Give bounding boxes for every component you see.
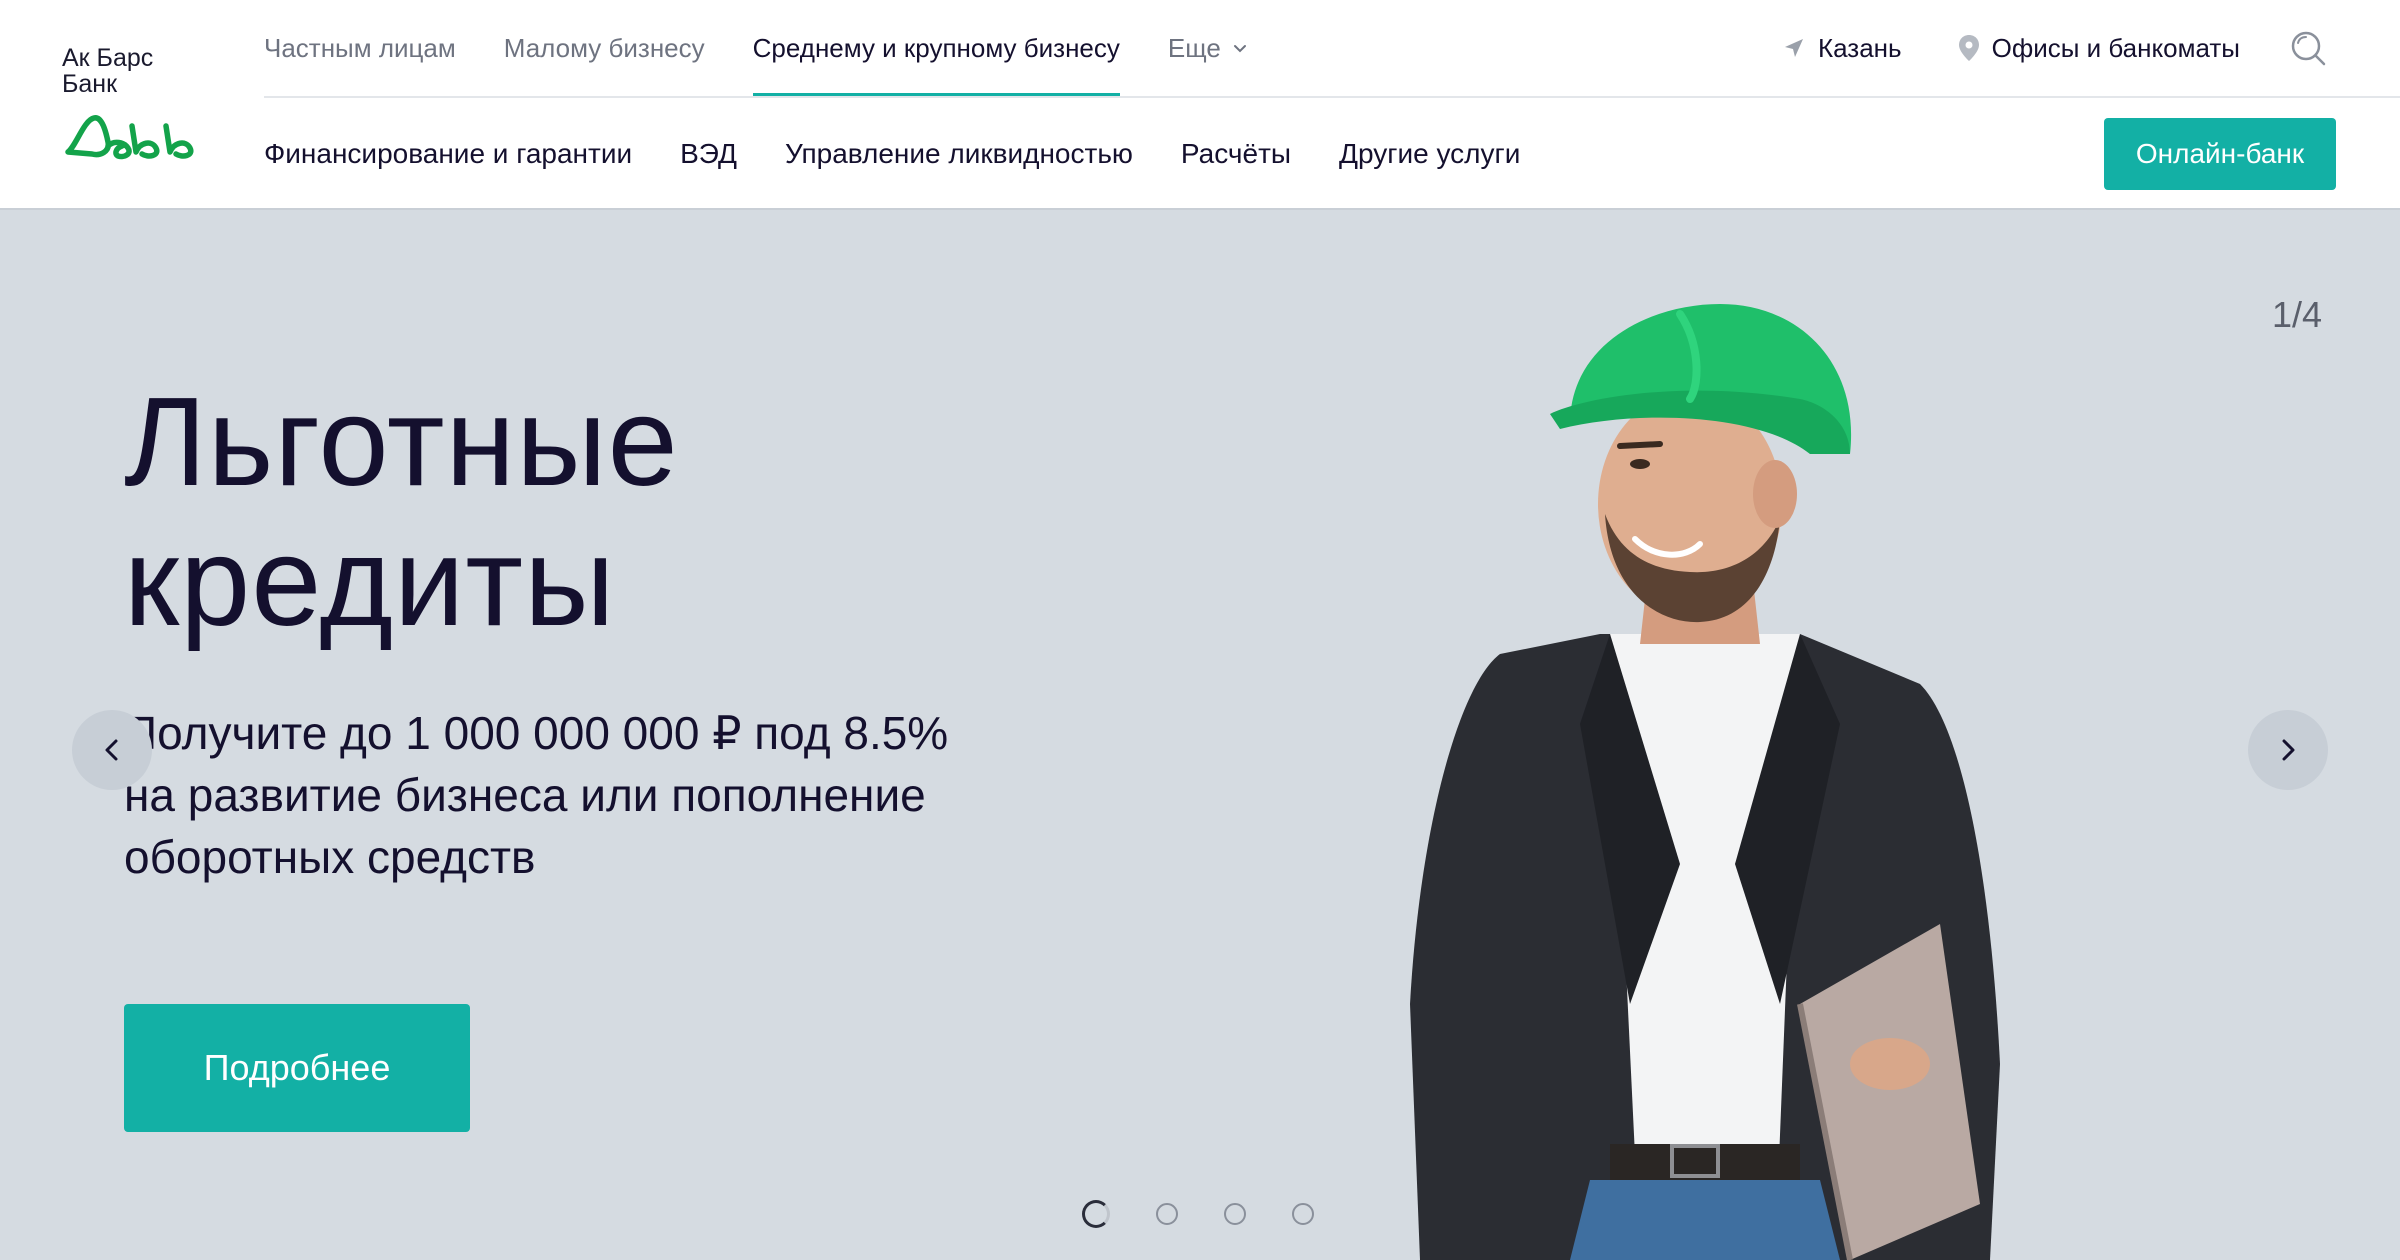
topnav-small-business[interactable]: Малому бизнесу xyxy=(504,0,705,96)
subnav-other-services[interactable]: Другие услуги xyxy=(1339,138,1520,170)
search-button[interactable] xyxy=(2288,28,2328,68)
bank-logo[interactable]: Ак Барс Банк xyxy=(62,44,232,174)
city-selector[interactable]: Казань xyxy=(1782,33,1902,64)
online-bank-button[interactable]: Онлайн-банк xyxy=(2104,118,2336,190)
city-label: Казань xyxy=(1817,32,1902,63)
topnav-more[interactable]: Еще xyxy=(1168,0,1249,96)
hero-title: Льготные кредиты xyxy=(124,372,1024,652)
offices-link[interactable]: Офисы и банкоматы xyxy=(1958,33,2240,64)
subnav-ved[interactable]: ВЭД xyxy=(680,138,737,170)
hero-title-line1: Льготные xyxy=(124,371,679,512)
hero-title-line2: кредиты xyxy=(124,511,616,652)
topnav-corporate[interactable]: Среднему и крупному бизнесу xyxy=(752,0,1121,97)
prev-slide-button[interactable] xyxy=(72,710,152,790)
chevron-right-icon xyxy=(2282,739,2295,761)
topnav-private-label: Частным лицам xyxy=(264,32,456,63)
site-header: Ак Барс Банк Частным лицам Малому бизнес… xyxy=(0,0,2400,210)
search-icon xyxy=(2291,31,2326,66)
hero-person-illustration xyxy=(1410,304,2000,1260)
location-arrow-icon xyxy=(1784,39,1803,57)
logo-mark-icon xyxy=(65,115,194,160)
topnav-corporate-label: Среднему и крупному бизнесу xyxy=(752,32,1120,63)
pagination-dot-3[interactable] xyxy=(1224,1203,1246,1225)
topnav-small-business-label: Малому бизнесу xyxy=(503,32,705,63)
pagination-dot-4[interactable] xyxy=(1292,1203,1314,1225)
top-navigation: Частным лицам Малому бизнесу Среднему и … xyxy=(264,0,1297,97)
utility-bar: Казань Офисы и банкоматы xyxy=(1726,0,2328,96)
hero-subtitle-line2: на развитие бизнеса или пополнение xyxy=(124,769,926,821)
slide-pagination xyxy=(1082,1200,1360,1228)
subnav-payments[interactable]: Расчёты xyxy=(1181,138,1291,170)
subnav-financing[interactable]: Финансирование и гарантии xyxy=(264,138,632,170)
pagination-dot-2[interactable] xyxy=(1156,1203,1178,1225)
more-details-button[interactable]: Подробнее xyxy=(124,1004,470,1132)
subnav-liquidity[interactable]: Управление ликвидностью xyxy=(785,138,1133,170)
logo-text-line2: Банк xyxy=(62,70,118,98)
hero-subtitle-line3: оборотных средств xyxy=(124,831,536,883)
topnav-private[interactable]: Частным лицам xyxy=(264,0,456,96)
slide-counter: 1/4 xyxy=(2271,294,2322,335)
logo-text-line1: Ак Барс xyxy=(62,44,154,72)
next-slide-button[interactable] xyxy=(2248,710,2328,790)
offices-label: Офисы и банкоматы xyxy=(1991,32,2240,63)
chevron-down-icon xyxy=(1233,45,1246,53)
topnav-more-label: Еще xyxy=(1167,32,1221,63)
hero-subtitle: Получите до 1 000 000 000 ₽ под 8.5% на … xyxy=(124,702,1024,888)
hero-banner: 1/4 Льготные кредиты Получите до 1 000 0… xyxy=(0,212,2400,1260)
pagination-dot-1[interactable] xyxy=(1082,1200,1110,1228)
sub-navigation: Финансирование и гарантии ВЭД Управление… xyxy=(264,98,1568,210)
hero-subtitle-line1: Получите до 1 000 000 000 ₽ под 8.5% xyxy=(124,707,949,759)
map-pin-icon xyxy=(1958,35,1979,61)
chevron-left-icon xyxy=(105,739,118,761)
